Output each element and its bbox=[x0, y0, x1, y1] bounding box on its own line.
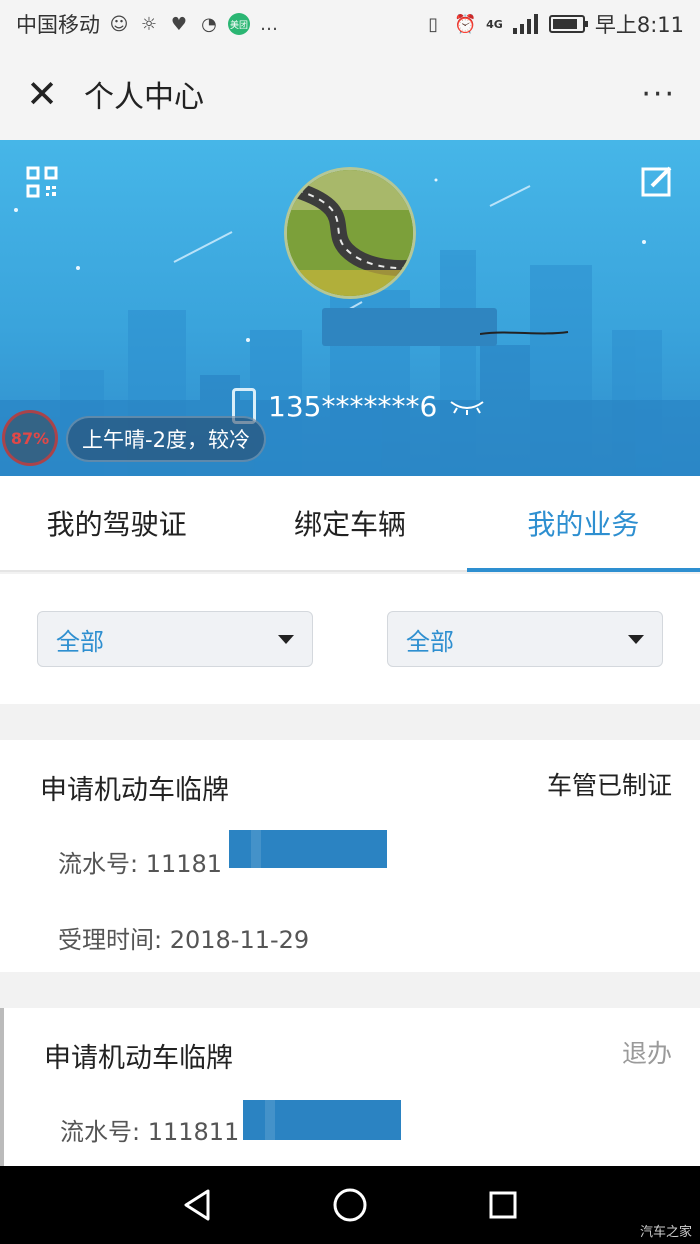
alarm-icon: ⏰ bbox=[453, 13, 477, 35]
signal-icon bbox=[512, 14, 538, 34]
recents-square-icon bbox=[489, 1191, 517, 1219]
filter-bar: 全部 全部 bbox=[0, 574, 700, 704]
more-notifications-icon: … bbox=[260, 13, 278, 35]
sun-icon: ☼ bbox=[140, 13, 158, 35]
record-status: 车管已制证 bbox=[546, 771, 672, 800]
personal-center-page: 中国移动 ☺ ☼ ♥ ◔ 美团 … ▯ ⏰ 4G 早上8:11 ✕ 个人中心 ·… bbox=[0, 0, 700, 1244]
vibrate-icon: ▯ bbox=[428, 13, 439, 35]
more-menu-button[interactable]: ··· bbox=[641, 77, 676, 112]
profile-banner: 135*******6 87% 上午晴-2度，较冷 bbox=[0, 140, 700, 476]
qr-code-icon[interactable] bbox=[26, 166, 58, 198]
back-triangle-icon bbox=[184, 1189, 210, 1221]
avatar[interactable] bbox=[284, 167, 416, 299]
chevron-down-icon bbox=[628, 634, 644, 644]
record-serial: 流水号: 111811 bbox=[60, 1118, 240, 1146]
username-scribble bbox=[480, 331, 569, 335]
business-status-select[interactable]: 全部 bbox=[387, 611, 663, 667]
username-redacted bbox=[322, 308, 497, 346]
tab-bound-vehicles[interactable]: 绑定车辆 bbox=[233, 476, 466, 570]
page-title: 个人中心 bbox=[84, 80, 204, 115]
tab-driver-license[interactable]: 我的驾驶证 bbox=[0, 476, 233, 570]
status-bar-left: 中国移动 ☺ ☼ ♥ ◔ 美团 … bbox=[16, 9, 280, 39]
network-type-label: 4G bbox=[486, 17, 503, 31]
avatar-road-image bbox=[287, 170, 413, 296]
back-button[interactable] bbox=[177, 1185, 217, 1225]
business-record-card[interactable]: 申请机动车临牌 车管已制证 流水号: 11181 受理时间: 2018-11-2… bbox=[0, 740, 700, 972]
recents-button[interactable] bbox=[483, 1185, 523, 1225]
phone-number: 135*******6 bbox=[268, 389, 438, 423]
business-type-value: 全部 bbox=[56, 627, 104, 656]
clock-label: 早上8:11 bbox=[594, 13, 684, 37]
battery-icon bbox=[548, 15, 588, 33]
battery-percent-badge: 87% bbox=[2, 410, 58, 466]
record-title: 申请机动车临牌 bbox=[44, 1043, 233, 1074]
face-icon: ☺ bbox=[109, 13, 129, 35]
heart-icon: ♥ bbox=[170, 13, 188, 35]
status-bar-right: ▯ ⏰ 4G 早上8:11 bbox=[422, 9, 684, 39]
tab-bar: 我的驾驶证 绑定车辆 我的业务 bbox=[0, 476, 700, 572]
home-button[interactable] bbox=[330, 1185, 370, 1225]
business-status-value: 全部 bbox=[406, 627, 454, 656]
business-record-card[interactable]: 申请机动车临牌 退办 流水号: 111811 bbox=[0, 1008, 700, 1168]
title-bar: ✕ 个人中心 ··· bbox=[0, 48, 700, 140]
status-bar: 中国移动 ☺ ☼ ♥ ◔ 美团 … ▯ ⏰ 4G 早上8:11 bbox=[0, 0, 700, 48]
eye-closed-icon[interactable] bbox=[449, 396, 485, 416]
close-icon[interactable]: ✕ bbox=[24, 72, 60, 116]
edit-profile-icon[interactable] bbox=[640, 164, 674, 198]
serial-redacted bbox=[243, 1100, 401, 1140]
record-accept-time: 受理时间: 2018-11-29 bbox=[58, 926, 310, 954]
business-type-select[interactable]: 全部 bbox=[37, 611, 313, 667]
home-circle-icon bbox=[333, 1188, 367, 1222]
weather-pill: 上午晴-2度，较冷 bbox=[66, 416, 266, 462]
phone-row: 135*******6 bbox=[232, 388, 485, 424]
chevron-down-icon bbox=[278, 634, 294, 644]
record-serial: 流水号: 11181 bbox=[58, 850, 223, 878]
carrier-label: 中国移动 bbox=[16, 13, 100, 37]
record-title: 申请机动车临牌 bbox=[40, 775, 229, 806]
tab-my-business[interactable]: 我的业务 bbox=[466, 476, 700, 572]
chat-icon: ◔ bbox=[201, 13, 217, 35]
serial-redacted bbox=[229, 830, 387, 868]
watermark: 汽车之家 bbox=[639, 1225, 692, 1240]
system-nav-bar: 汽车之家 bbox=[0, 1166, 700, 1244]
meituan-badge-icon: 美团 bbox=[228, 13, 250, 35]
record-status: 退办 bbox=[621, 1039, 672, 1068]
